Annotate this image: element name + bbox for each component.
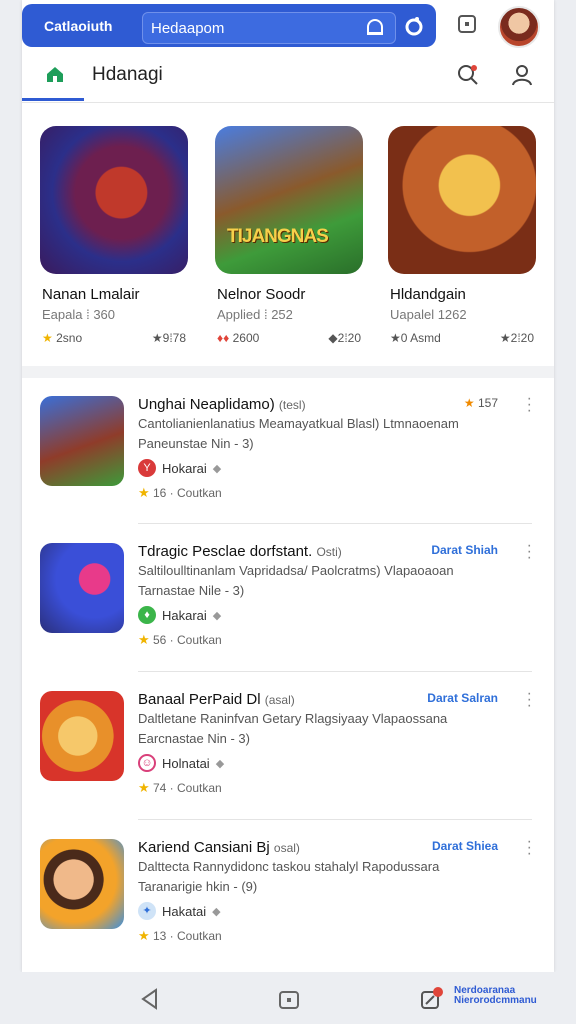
list-item-rating: ★ 56 · Coutkan: [138, 632, 222, 647]
search-icon[interactable]: [456, 63, 480, 87]
list-item-title: Kariend Cansiani Bj osal): [138, 839, 300, 856]
list-item[interactable]: Tdragic Pesclae dorfstant. Osti) Saltilo…: [40, 538, 534, 653]
more-icon[interactable]: · · ·: [527, 686, 532, 714]
list-item-desc: Saltiloulltinanlam Vapridadsa/ Paolcratm…: [138, 563, 454, 578]
verified-icon: ◆: [215, 757, 225, 770]
install-link[interactable]: Darat Shiah: [431, 543, 498, 557]
more-icon[interactable]: · · ·: [527, 834, 532, 862]
featured-sub: Eapala ⁞ 360: [42, 307, 116, 322]
list-item-score: ★ 157: [463, 396, 498, 410]
verified-icon: ◆: [212, 462, 222, 475]
developer: ☺ Holnatai ◆: [138, 754, 224, 772]
developer: Y Hokarai ◆: [138, 459, 221, 477]
list-item[interactable]: Banaal PerPaid Dl (asal) Daltletane Rani…: [40, 686, 534, 801]
featured-stars: ♦♦ 2600: [217, 331, 260, 345]
window-square-icon[interactable]: [457, 14, 477, 34]
developer: ♦ Hakarai ◆: [138, 606, 221, 624]
avatar[interactable]: [498, 6, 540, 48]
tab-bar: Hdanagi: [22, 48, 554, 103]
system-nav-bar: Nerdoaranaa Nierorodcmmanu: [0, 972, 576, 1024]
featured-art[interactable]: TIJANGNAS: [215, 126, 363, 274]
list-item-title: Unghai Neaplidamo) (tesl): [138, 396, 306, 413]
search-query: Hedaapom: [151, 20, 225, 37]
list-item-rating: ★ 16 · Coutkan: [138, 485, 222, 500]
tab-indicator: [22, 98, 84, 101]
list-item[interactable]: Kariend Cansiani Bj osal) Dalttecta Rann…: [40, 834, 534, 949]
developer-badge: ✦: [138, 902, 156, 920]
divider: [138, 819, 532, 820]
list-item-desc2: Earcnastae Nin - 3): [138, 731, 250, 746]
featured-name: Nanan Lmalair: [42, 286, 140, 303]
more-icon[interactable]: · · ·: [527, 391, 532, 419]
featured-stars: ★0 Asmd: [390, 331, 441, 345]
list-item-desc: Dalttecta Rannydidonc taskou stahalyl Ra…: [138, 859, 440, 874]
home-button-icon[interactable]: [278, 990, 300, 1010]
developer-badge: ♦: [138, 606, 156, 624]
featured-downloads: ★9⁞78: [151, 331, 186, 345]
nav-shortcut-label[interactable]: Nerdoaranaa Nierorodcmmanu: [454, 986, 537, 1006]
install-link[interactable]: Darat Salran: [427, 691, 498, 705]
app-icon[interactable]: [40, 691, 124, 781]
developer: ✦ Hakatai ◆: [138, 902, 221, 920]
featured-name: Nelnor Soodr: [217, 286, 306, 303]
top-app-bar: Catlaoiuth Hedaapom: [22, 4, 436, 47]
list-item-rating: ★ 13 · Coutkan: [138, 928, 222, 943]
list-item-desc: Cantolianienlanatius Meamayatkual Blasl)…: [138, 416, 459, 431]
featured-art[interactable]: [388, 126, 536, 274]
install-link[interactable]: Darat Shiea: [432, 839, 498, 853]
app-shortcut-icon[interactable]: [420, 986, 446, 1012]
list-item-desc2: Tarnastae Nile - 3): [138, 583, 245, 598]
list-item-desc2: Paneunstae Nin - 3): [138, 436, 254, 451]
developer-badge: ☺: [138, 754, 156, 772]
list-item-desc: Daltletane Raninfvan Getary Rlagsiyaay V…: [138, 711, 448, 726]
featured-card[interactable]: Nanan Lmalair Eapala ⁞ 360 ★ 2sno ★9⁞78: [40, 126, 190, 345]
featured-downloads: ◆2⁞20: [328, 331, 361, 345]
verified-icon: ◆: [212, 905, 221, 918]
app-icon[interactable]: [40, 543, 124, 633]
search-input[interactable]: Hedaapom: [142, 12, 396, 44]
list-item-rating: ★ 74 · Coutkan: [138, 780, 222, 795]
brand-label: Catlaoiuth: [44, 18, 113, 34]
featured-card[interactable]: TIJANGNAS Nelnor Soodr Applied ⁞ 252 ♦♦ …: [215, 126, 365, 345]
profile-icon[interactable]: [510, 63, 534, 87]
featured-name: Hldandgain: [390, 286, 466, 303]
featured-sub: Applied ⁞ 252: [217, 307, 293, 322]
featured-sub: Uapalel 1262: [390, 307, 467, 322]
back-icon[interactable]: [140, 988, 160, 1010]
list-item-desc2: Taranarigie hkin - (9): [138, 879, 258, 894]
verified-icon: ◆: [212, 609, 222, 622]
list-item-title: Tdragic Pesclae dorfstant. Osti): [138, 543, 342, 560]
list-item-title: Banaal PerPaid Dl (asal): [138, 691, 295, 708]
app-icon[interactable]: [40, 839, 124, 929]
featured-downloads: ★2⁞20: [499, 331, 534, 345]
divider: [138, 671, 532, 672]
featured-card[interactable]: Hldandgain Uapalel 1262 ★0 Asmd ★2⁞20: [388, 126, 538, 345]
more-icon[interactable]: · · ·: [527, 538, 532, 566]
app-icon[interactable]: [40, 396, 124, 486]
notification-ring-icon[interactable]: [404, 16, 424, 36]
featured-art[interactable]: [40, 126, 188, 274]
developer-badge: Y: [138, 459, 156, 477]
featured-stars: ★ 2sno: [42, 331, 83, 345]
featured-art-caption: TIJANGNAS: [227, 226, 329, 247]
divider: [138, 523, 532, 524]
list-item[interactable]: Unghai Neaplidamo) (tesl) Cantolianienla…: [40, 391, 534, 506]
home-icon[interactable]: [44, 64, 66, 84]
section-separator: [22, 366, 554, 378]
search-icon[interactable]: [365, 19, 385, 37]
tab-title[interactable]: Hdanagi: [92, 64, 163, 86]
